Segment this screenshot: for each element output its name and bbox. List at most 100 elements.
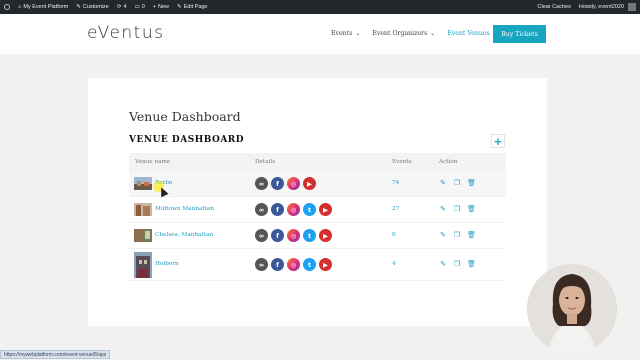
link-icon[interactable]: ∞ xyxy=(255,203,268,216)
avatar xyxy=(628,3,636,11)
clear-caches-label: Clear Caches xyxy=(537,4,571,10)
edit-page-label: Edit Page xyxy=(183,4,208,10)
table-row: Chelsea, Manhattan ∞ f ◎ t ▶ 0 ✎ ❐ 🗑 xyxy=(129,223,506,249)
twitter-icon[interactable]: t xyxy=(303,258,316,271)
table-header: Venue name Details Events Action xyxy=(129,153,506,171)
comment-icon: ▭ xyxy=(134,4,140,10)
venue-socials: ∞ f ◎ ▶ xyxy=(255,177,316,190)
edit-icon[interactable]: ✎ xyxy=(439,179,447,187)
venue-socials: ∞ f ◎ t ▶ xyxy=(255,203,332,216)
instagram-icon[interactable]: ◎ xyxy=(287,229,300,242)
browser-status-bar: https://mywebplatform.com/event-venue/8/… xyxy=(0,350,111,359)
venue-thumbnail xyxy=(134,252,152,278)
trash-icon[interactable]: 🗑 xyxy=(467,260,476,268)
trash-icon[interactable]: 🗑 xyxy=(467,205,476,213)
site-header: eVentus Events ⌄ Event Organizers ⌄ Event … xyxy=(0,14,640,54)
venue-event-count[interactable]: 27 xyxy=(392,206,399,212)
presenter-webcam xyxy=(527,264,617,354)
youtube-icon[interactable]: ▶ xyxy=(319,229,332,242)
howdy-label: Howdy, event2020 xyxy=(578,4,624,10)
youtube-icon[interactable]: ▶ xyxy=(319,258,332,271)
table-row: Berlin ∞ f ◎ ▶ 74 ✎ ❐ 🗑 xyxy=(129,171,506,197)
new-label: New xyxy=(158,4,170,10)
venue-thumbnail xyxy=(134,203,152,216)
facebook-icon[interactable]: f xyxy=(271,229,284,242)
table-row: Holborn ∞ f ◎ t ▶ 4 ✎ ❐ 🗑 xyxy=(129,249,506,281)
plus-icon: + xyxy=(152,4,157,10)
link-icon[interactable]: ∞ xyxy=(255,258,268,271)
edit-icon[interactable]: ✎ xyxy=(439,260,447,268)
youtube-icon[interactable]: ▶ xyxy=(319,203,332,216)
twitter-icon[interactable]: t xyxy=(303,229,316,242)
trash-icon[interactable]: 🗑 xyxy=(467,179,476,187)
duplicate-icon[interactable]: ❐ xyxy=(453,231,461,239)
twitter-icon[interactable]: t xyxy=(303,203,316,216)
customize-label: Customize xyxy=(82,4,109,10)
nav-event-venues[interactable]: Event Venues⌄ xyxy=(447,30,498,37)
venue-name-link[interactable]: Holborn xyxy=(155,261,179,267)
facebook-icon[interactable]: f xyxy=(271,258,284,271)
wp-logo-button[interactable] xyxy=(0,4,14,10)
new-content-link[interactable]: + New xyxy=(149,4,173,10)
comments-link[interactable]: ▭ 0 xyxy=(131,4,149,10)
duplicate-icon[interactable]: ❐ xyxy=(453,260,461,268)
venue-event-count[interactable]: 0 xyxy=(392,232,396,238)
row-actions: ✎ ❐ 🗑 xyxy=(439,205,476,213)
nav-events[interactable]: Events ⌄ xyxy=(331,30,360,37)
add-venue-button[interactable]: + xyxy=(491,134,505,148)
account-menu[interactable]: Howdy, event2020 xyxy=(575,3,640,11)
site-name-link[interactable]: ⌂ My Event Platform xyxy=(14,4,72,10)
youtube-icon[interactable]: ▶ xyxy=(303,177,316,190)
duplicate-icon[interactable]: ❐ xyxy=(453,179,461,187)
edit-icon[interactable]: ✎ xyxy=(439,205,447,213)
row-actions: ✎ ❐ 🗑 xyxy=(439,231,476,239)
chevron-down-icon: ⌄ xyxy=(355,30,361,37)
main-nav: Events⌄ Event Organizers⌄ Event Venues⌄ xyxy=(331,30,498,37)
clear-caches-link[interactable]: Clear Caches xyxy=(534,3,575,11)
venue-name-link[interactable]: Chelsea, Manhattan xyxy=(155,232,213,238)
wordpress-icon xyxy=(4,4,10,10)
site-logo[interactable]: eVentus xyxy=(87,23,164,43)
nav-event-organizers-label: Event Organizers xyxy=(372,30,428,37)
table-row: Midtown Manhattan ∞ f ◎ t ▶ 27 ✎ ❐ 🗑 xyxy=(129,197,506,223)
venue-event-count[interactable]: 74 xyxy=(392,180,399,186)
venue-socials: ∞ f ◎ t ▶ xyxy=(255,229,332,242)
instagram-icon[interactable]: ◎ xyxy=(287,258,300,271)
wp-admin-bar: ⌂ My Event Platform ✎ Customize ⟳ 4 ▭ 0 + New… xyxy=(0,0,640,14)
instagram-icon[interactable]: ◎ xyxy=(287,203,300,216)
comments-count: 0 xyxy=(141,4,145,10)
venue-event-count[interactable]: 4 xyxy=(392,261,396,267)
venue-socials: ∞ f ◎ t ▶ xyxy=(255,258,332,271)
brush-icon: ✎ xyxy=(76,4,81,10)
venue-table: Venue name Details Events Action Berlin … xyxy=(129,153,506,281)
row-actions: ✎ ❐ 🗑 xyxy=(439,179,476,187)
venue-dashboard-card: Venue Dashboard VENUE DASHBOARD + Venue … xyxy=(88,78,547,326)
duplicate-icon[interactable]: ❐ xyxy=(453,205,461,213)
chevron-down-icon: ⌄ xyxy=(430,30,436,37)
edit-icon[interactable]: ✎ xyxy=(439,231,447,239)
column-events: Events xyxy=(392,159,412,165)
updates-link[interactable]: ⟳ 4 xyxy=(113,4,131,10)
venue-name-link[interactable]: Midtown Manhattan xyxy=(155,206,214,212)
status-url: https://mywebplatform.com/event-venue/8/… xyxy=(4,351,107,358)
buy-tickets-button[interactable]: Buy Tickets xyxy=(493,25,546,43)
trash-icon[interactable]: 🗑 xyxy=(467,231,476,239)
nav-event-organizers[interactable]: Event Organizers ⌄ xyxy=(372,30,435,37)
row-actions: ✎ ❐ 🗑 xyxy=(439,260,476,268)
nav-events-label: Events xyxy=(331,30,353,37)
column-action: Action xyxy=(439,159,458,165)
link-icon[interactable]: ∞ xyxy=(255,177,268,190)
instagram-icon[interactable]: ◎ xyxy=(287,177,300,190)
customize-link[interactable]: ✎ Customize xyxy=(72,4,113,10)
dashboard-title: VENUE DASHBOARD xyxy=(129,135,245,145)
facebook-icon[interactable]: f xyxy=(271,177,284,190)
facebook-icon[interactable]: f xyxy=(271,203,284,216)
link-icon[interactable]: ∞ xyxy=(255,229,268,242)
nav-event-venues-label: Event Venues xyxy=(447,30,490,37)
column-venue-name: Venue name xyxy=(135,159,171,165)
site-name-label: My Event Platform xyxy=(23,4,69,10)
venue-thumbnail xyxy=(134,177,152,190)
edit-page-link[interactable]: ✎ Edit Page xyxy=(173,4,211,10)
venue-thumbnail xyxy=(134,229,152,242)
home-icon: ⌂ xyxy=(18,4,22,10)
